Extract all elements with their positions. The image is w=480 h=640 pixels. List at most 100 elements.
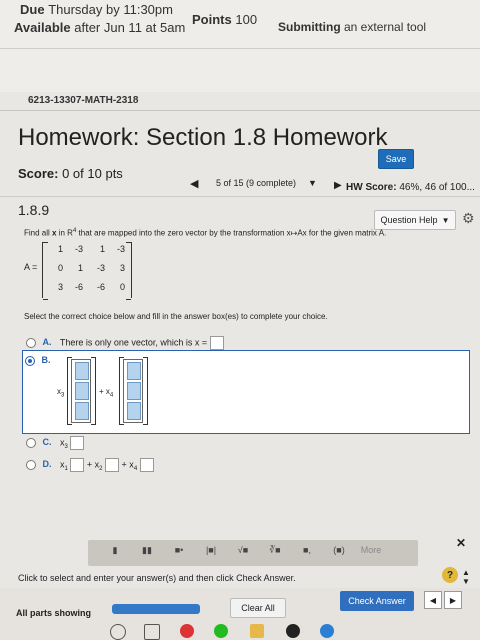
hw-score: HW Score: 46%, 46 of 100... bbox=[346, 182, 475, 193]
choice-c-letter: C. bbox=[42, 437, 52, 448]
vector-2-entry[interactable] bbox=[127, 362, 141, 380]
choice-b[interactable]: B. bbox=[25, 355, 57, 366]
prompt-text-2: in R bbox=[58, 228, 73, 238]
vector-2-input[interactable] bbox=[123, 359, 143, 423]
course-code: 6213-13307-MATH-2318 bbox=[28, 95, 139, 106]
page-title: Homework: Section 1.8 Homework bbox=[18, 124, 388, 151]
clear-all-button[interactable]: Clear All bbox=[230, 598, 286, 618]
search-icon[interactable] bbox=[110, 624, 126, 640]
nth-root-icon[interactable]: ∛■ bbox=[260, 545, 290, 561]
available-label: Available bbox=[14, 20, 71, 35]
course-divider bbox=[0, 110, 480, 111]
choice-a[interactable]: A. There is only one vector, which is x … bbox=[26, 336, 224, 350]
square-root-icon[interactable]: √■ bbox=[228, 545, 258, 561]
matrix-cell: 1 bbox=[99, 244, 105, 254]
due-line: Due Thursday by 11:30pm bbox=[20, 2, 173, 17]
choice-c-sub: 3 bbox=[64, 444, 68, 451]
taskbar bbox=[110, 622, 340, 640]
vector-2-entry[interactable] bbox=[127, 402, 141, 420]
chevron-down-icon: ▼ bbox=[441, 215, 450, 225]
due-value: Thursday by 11:30pm bbox=[48, 2, 173, 17]
matrix-cell: 3 bbox=[57, 282, 63, 292]
spotify-icon[interactable] bbox=[214, 624, 228, 638]
score-divider bbox=[0, 196, 480, 197]
matrix-cell: -6 bbox=[96, 282, 105, 292]
matrix-cell: 0 bbox=[119, 282, 125, 292]
vector-2-entry[interactable] bbox=[127, 382, 141, 400]
folder-icon[interactable] bbox=[250, 624, 264, 638]
choice-d-x2: + x bbox=[86, 459, 100, 470]
vector-2-bracket-right bbox=[143, 357, 148, 425]
hw-score-label: HW Score: bbox=[346, 182, 397, 193]
vector-1-input[interactable] bbox=[71, 359, 91, 423]
previous-question-icon[interactable]: ◀ bbox=[190, 177, 198, 190]
help-icon[interactable]: ? bbox=[442, 567, 458, 583]
mixed-fraction-icon[interactable]: ▮▮ bbox=[132, 545, 162, 561]
due-label: Due bbox=[20, 2, 45, 17]
points-line: Points 100 bbox=[192, 12, 257, 27]
interval-icon[interactable]: (■) bbox=[324, 545, 354, 561]
vector-1-entry[interactable] bbox=[75, 382, 89, 400]
homework-page: Due Thursday by 11:30pm Points 100 Avail… bbox=[0, 0, 480, 640]
prompt-text-3: that are mapped into the zero vector by … bbox=[78, 228, 387, 238]
choice-c[interactable]: C. x3 bbox=[26, 436, 85, 451]
choice-b-var-x3: x3 bbox=[57, 387, 64, 399]
check-answer-button[interactable]: Check Answer bbox=[340, 591, 414, 611]
matrix-cell: 1 bbox=[77, 263, 83, 273]
submitting-line: Submitting an external tool bbox=[278, 20, 426, 34]
app-icon[interactable] bbox=[286, 624, 300, 638]
absolute-value-icon[interactable]: |■| bbox=[196, 545, 226, 561]
choice-b-panel[interactable]: B. x3 + x4 bbox=[22, 350, 470, 434]
parts-progress-bar bbox=[112, 604, 200, 614]
submitting-label: Submitting bbox=[278, 20, 341, 34]
question-prompt: Find all x in R4 that are mapped into th… bbox=[24, 228, 386, 238]
choice-a-answer-box[interactable] bbox=[209, 336, 224, 350]
fraction-icon[interactable]: ▮ bbox=[100, 545, 130, 561]
vector-1-entry[interactable] bbox=[75, 362, 89, 380]
vector-1-entry[interactable] bbox=[75, 402, 89, 420]
matrix-cell: -3 bbox=[96, 263, 105, 273]
score-row: Score: 0 of 10 pts ◀ 5 of 15 (9 complete… bbox=[0, 166, 480, 193]
score-label: Score: bbox=[18, 166, 59, 181]
choice-d-x4-sub: 4 bbox=[133, 466, 138, 473]
chrome-icon[interactable] bbox=[180, 624, 194, 638]
subscript-icon[interactable]: ■, bbox=[292, 545, 322, 561]
choice-d-x4: + x bbox=[121, 459, 134, 470]
choice-d[interactable]: D. x1 + x2 + x4 bbox=[26, 458, 154, 472]
choice-c-answer-box[interactable] bbox=[70, 436, 85, 450]
matrix-a: 1 -3 1 -3 0 1 -3 3 3 -6 -6 0 bbox=[42, 242, 132, 300]
choice-a-radio[interactable] bbox=[26, 338, 36, 348]
choice-b-plus-x4: + x4 bbox=[99, 387, 113, 399]
question-position[interactable]: 5 of 15 (9 complete) bbox=[216, 178, 296, 188]
choice-d-radio[interactable] bbox=[26, 460, 36, 470]
choice-d-box-2[interactable] bbox=[105, 458, 120, 472]
click-instruction: Click to select and enter your answer(s)… bbox=[18, 573, 296, 583]
choice-b-x3-sub: 3 bbox=[61, 392, 65, 399]
choice-a-text: There is only one vector, which is x = bbox=[59, 337, 208, 348]
next-part-icon[interactable]: ▶ bbox=[444, 591, 462, 609]
gear-icon[interactable]: ⚙ bbox=[462, 210, 475, 227]
choice-a-letter: A. bbox=[42, 337, 52, 348]
question-help-button[interactable]: Question Help ▼ bbox=[374, 210, 456, 230]
question-number: 1.8.9 bbox=[18, 202, 50, 218]
taskview-icon[interactable] bbox=[144, 624, 160, 640]
question-list-dropdown-icon[interactable]: ▼ bbox=[308, 178, 317, 188]
matrix-label: A = bbox=[24, 262, 38, 272]
choice-d-x2-sub: 2 bbox=[99, 466, 103, 473]
prompt-x: x bbox=[52, 228, 57, 238]
choice-d-box-1[interactable] bbox=[70, 458, 85, 472]
next-question-icon[interactable]: ▶ bbox=[334, 180, 342, 191]
prompt-text-1: Find all bbox=[24, 228, 50, 238]
assignment-header: Due Thursday by 11:30pm Points 100 Avail… bbox=[0, 0, 480, 92]
prev-part-icon[interactable]: ◀ bbox=[424, 591, 442, 609]
choice-b-radio[interactable] bbox=[25, 355, 35, 366]
choice-d-box-3[interactable] bbox=[139, 458, 154, 472]
exponent-icon[interactable]: ■• bbox=[164, 545, 194, 561]
close-icon[interactable]: ✕ bbox=[456, 536, 466, 550]
more-button[interactable]: More bbox=[356, 545, 386, 561]
submitting-value: an external tool bbox=[344, 20, 427, 34]
choice-c-radio[interactable] bbox=[26, 438, 36, 448]
score-value: 0 of 10 pts bbox=[62, 166, 123, 181]
edge-icon[interactable] bbox=[320, 624, 334, 638]
scroll-arrows-icon[interactable]: ▲ ▼ bbox=[462, 568, 470, 586]
